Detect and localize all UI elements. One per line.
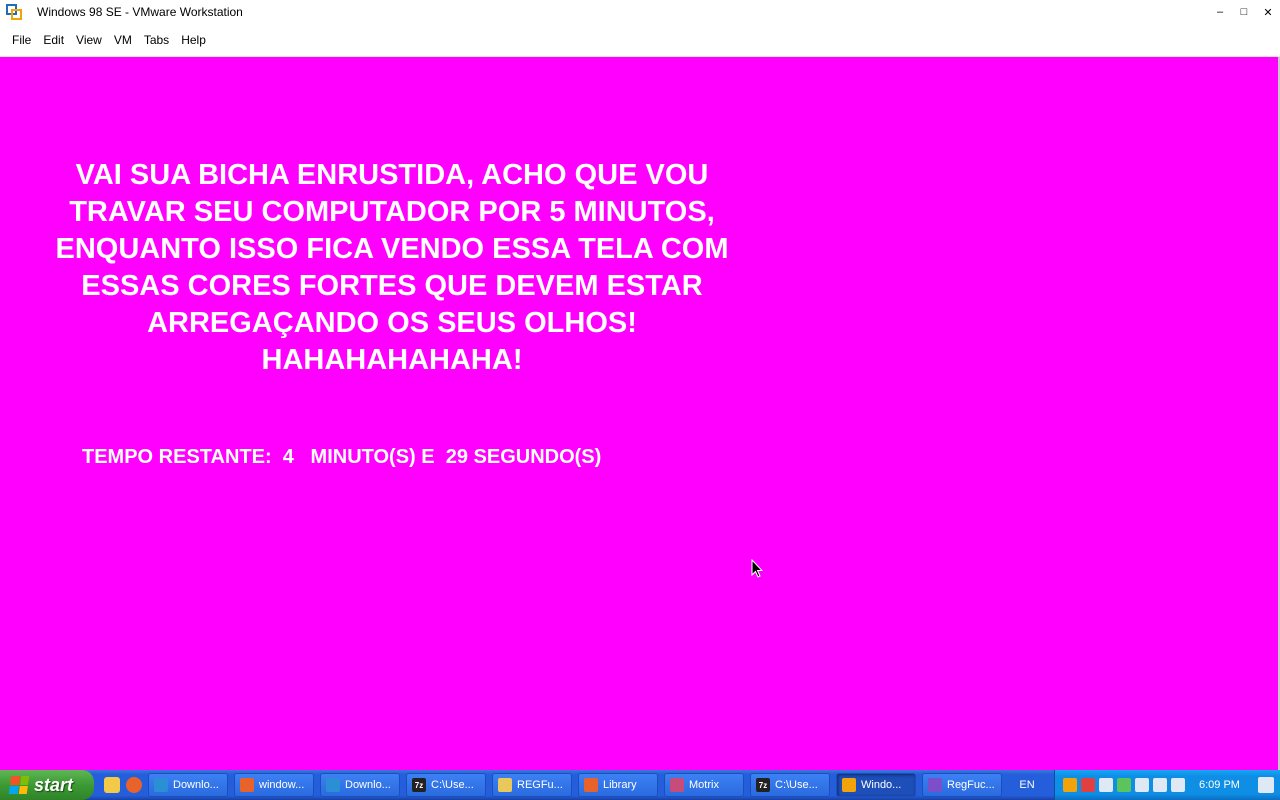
taskbar-button[interactable]: 7z C:\Use... <box>406 773 486 797</box>
taskbar-button-label: Downlo... <box>173 779 219 791</box>
taskbar-button[interactable]: Downlo... <box>148 773 228 797</box>
taskbar-button-label: Motrix <box>689 779 719 791</box>
update-icon[interactable] <box>1117 778 1131 792</box>
folder-icon <box>498 778 512 792</box>
menu-edit[interactable]: Edit <box>37 33 70 47</box>
window-controls: – □ ✕ <box>1208 0 1280 24</box>
taskbar-button-label: Windo... <box>861 779 902 791</box>
message-line: TRAVAR SEU COMPUTADOR POR 5 MINUTOS, <box>69 196 715 228</box>
device-icon[interactable] <box>1099 778 1113 792</box>
menu-file[interactable]: File <box>6 33 37 47</box>
close-button[interactable]: ✕ <box>1256 0 1280 24</box>
taskbar-button[interactable]: window... <box>234 773 314 797</box>
tray-icons <box>1063 778 1185 792</box>
start-button[interactable]: start <box>0 770 94 800</box>
taskbar-button[interactable]: Windo... <box>836 773 916 797</box>
flag-icon[interactable] <box>1135 778 1149 792</box>
firefox-icon <box>584 778 598 792</box>
vmware-icon <box>6 4 22 20</box>
search-icon[interactable] <box>1063 778 1077 792</box>
shield-icon[interactable] <box>1081 778 1095 792</box>
menu-view[interactable]: View <box>70 33 108 47</box>
taskbar-button[interactable]: Motrix <box>664 773 744 797</box>
volume-icon[interactable] <box>1171 778 1185 792</box>
taskbar-button-label: Downlo... <box>345 779 391 791</box>
folder-icon[interactable] <box>104 777 120 793</box>
taskbar-button[interactable]: Downlo... <box>320 773 400 797</box>
taskbar-button-label: window... <box>259 779 305 791</box>
taskbar-button-label: C:\Use... <box>431 779 474 791</box>
message-line: HAHAHAHAHAHA! <box>261 344 523 376</box>
taskbar-button-label: RegFuc... <box>947 779 995 791</box>
mouse-cursor-icon <box>751 559 763 578</box>
prank-message: VAI SUA BICHA ENRUSTIDA, ACHO QUE VOU TR… <box>0 157 784 379</box>
message-line: VAI SUA BICHA ENRUSTIDA, ACHO QUE VOU <box>75 159 709 191</box>
show-desktop-icon[interactable] <box>1258 777 1274 793</box>
countdown-timer: TEMPO RESTANTE: 4 MINUTO(S) E 29 SEGUNDO… <box>82 446 602 468</box>
menu-tabs[interactable]: Tabs <box>138 33 175 47</box>
download-icon <box>154 778 168 792</box>
message-line: ESSAS CORES FORTES QUE DEVEM ESTAR <box>81 270 703 302</box>
taskbar-button-label: C:\Use... <box>775 779 818 791</box>
minimize-button[interactable]: – <box>1208 0 1232 24</box>
menu-vm[interactable]: VM <box>108 33 138 47</box>
start-label: start <box>34 774 74 795</box>
7zip-icon: 7z <box>412 778 426 792</box>
task-list: Downlo... window... Downlo... 7z C:\Use... RE… <box>148 770 1008 800</box>
windows-logo-icon <box>8 776 30 794</box>
network-icon[interactable] <box>1153 778 1167 792</box>
window-title-bar[interactable]: Windows 98 SE - VMware Workstation – □ ✕ <box>0 0 1280 24</box>
taskbar-button-label: REGFu... <box>517 779 563 791</box>
taskbar-button[interactable]: REGFu... <box>492 773 572 797</box>
window-title: Windows 98 SE - VMware Workstation <box>37 5 243 19</box>
message-line: ARREGAÇANDO OS SEUS OLHOS! <box>147 307 637 339</box>
download-icon <box>326 778 340 792</box>
taskbar-button[interactable]: 7z C:\Use... <box>750 773 830 797</box>
motrix-icon <box>670 778 684 792</box>
taskbar-button[interactable]: Library <box>578 773 658 797</box>
guest-screen[interactable]: VAI SUA BICHA ENRUSTIDA, ACHO QUE VOU TR… <box>0 57 1280 770</box>
menu-help[interactable]: Help <box>175 33 212 47</box>
7zip-icon: 7z <box>756 778 770 792</box>
message-line: ENQUANTO ISSO FICA VENDO ESSA TELA COM <box>55 233 729 265</box>
firefox-icon[interactable] <box>126 777 142 793</box>
taskbar-button[interactable]: RegFuc... <box>922 773 1002 797</box>
taskbar: start Downlo... window... Downlo... 7z C:\Us… <box>0 770 1280 800</box>
system-tray: 6:09 PM <box>1054 770 1280 800</box>
taskbar-button-label: Library <box>603 779 637 791</box>
clock[interactable]: 6:09 PM <box>1199 779 1240 791</box>
menu-bar: File Edit View VM Tabs Help <box>0 24 1280 57</box>
language-indicator[interactable]: EN <box>1012 779 1042 791</box>
quick-launch <box>104 777 142 793</box>
vmware-icon <box>842 778 856 792</box>
firefox-icon <box>240 778 254 792</box>
visual-studio-icon <box>928 778 942 792</box>
maximize-button[interactable]: □ <box>1232 0 1256 24</box>
